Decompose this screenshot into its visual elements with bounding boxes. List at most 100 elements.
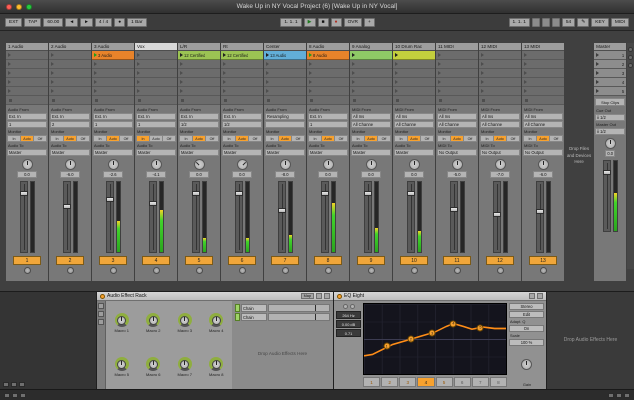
io-from-select[interactable]: All Ins [351,113,391,120]
master-out-select[interactable]: ii 1/2 [595,128,625,135]
eq-band-button[interactable]: 7 [472,377,489,387]
eq-band-button[interactable]: 2 [381,377,398,387]
device-detail-toggle-icon[interactable] [616,393,622,398]
master-title[interactable]: Master [594,43,626,51]
volume-fader[interactable] [364,181,372,253]
pan-knob[interactable] [366,159,377,170]
io-from-select[interactable]: Resampling [265,113,305,120]
device-drop-area[interactable]: Drop Audio Effects Here [547,292,634,389]
clip-slot-empty[interactable] [522,60,564,69]
clip-slot-empty[interactable] [264,87,306,96]
monitor-option[interactable]: Auto [236,135,249,142]
volume-fader[interactable] [106,181,114,253]
clip-slot-empty[interactable] [307,78,349,87]
monitor-option[interactable]: Off [507,135,520,142]
track-title[interactable]: 3 Audio [92,43,134,51]
arm-record-button[interactable] [282,267,289,274]
clip-slot-empty[interactable] [221,69,263,78]
io-channel-select[interactable]: 1 [136,121,176,128]
play-button[interactable]: ▶ [304,18,316,27]
clip-slot-empty[interactable] [92,60,134,69]
minimize-button[interactable] [16,4,22,10]
arm-record-button[interactable] [153,267,160,274]
tempo-field[interactable]: 60.00 [43,18,63,27]
clip-slot-empty[interactable] [436,78,478,87]
volume-value[interactable]: 0.0 [232,171,252,178]
clip-slot-empty[interactable] [307,87,349,96]
monitor-option[interactable]: Auto [107,135,120,142]
track-title[interactable]: Vox [135,43,177,51]
chain-volume-slider[interactable] [268,313,330,321]
time-signature-field[interactable]: 4 / 4 [95,18,112,27]
monitor-option[interactable]: Off [163,135,176,142]
show-devices-icon[interactable] [98,319,104,325]
device-activator-icon[interactable] [100,294,105,299]
clip-slot-filled[interactable]: 12 Certified [178,51,220,60]
eq-freq-value[interactable]: 264 Hz [336,311,361,319]
scale-value[interactable]: 100 % [509,339,544,346]
volume-value[interactable]: 0.0 [361,171,381,178]
monitor-option[interactable]: Auto [408,135,421,142]
pan-knob[interactable] [495,159,506,170]
clip-slot-empty[interactable] [221,87,263,96]
arm-record-button[interactable] [368,267,375,274]
monitor-option[interactable]: In [222,135,236,142]
clip-stop-button[interactable] [178,96,220,105]
clip-slot-empty[interactable] [393,60,435,69]
arm-record-button[interactable] [540,267,547,274]
clip-slot-empty[interactable] [49,87,91,96]
monitor-option[interactable]: Auto [21,135,34,142]
pan-knob[interactable] [151,159,162,170]
key-map-button[interactable]: KEY [591,18,609,27]
sends-section-toggle-icon[interactable] [628,55,633,60]
track-title[interactable]: Rt [221,43,263,51]
volume-fader[interactable] [278,181,286,253]
volume-fader[interactable] [493,181,501,253]
loop-button[interactable] [542,18,550,27]
monitor-option[interactable]: Auto [322,135,335,142]
quantization-select[interactable]: 1 Bar [127,18,146,27]
io-from-select[interactable]: All Ins [523,113,563,120]
monitor-option[interactable]: In [179,135,193,142]
clip-slot-empty[interactable] [49,78,91,87]
track-activator[interactable]: 10 [400,256,428,265]
macro-knob[interactable] [115,357,129,371]
clip-stop-button[interactable] [522,96,564,105]
pan-knob[interactable] [452,159,463,170]
monitor-option[interactable]: Off [464,135,477,142]
monitor-option[interactable]: In [308,135,322,142]
info-toggle-icon[interactable] [12,393,18,398]
io-to-select[interactable]: Master [394,149,434,156]
track-activator[interactable]: 8 [314,256,342,265]
clip-slot-empty[interactable] [178,87,220,96]
track-title[interactable]: 11 MIDI [436,43,478,51]
automation-arm-button[interactable]: + [364,18,375,27]
volume-value[interactable]: 0.0 [318,171,338,178]
clip-slot-empty[interactable] [135,87,177,96]
volume-value[interactable]: -5.0 [447,171,467,178]
clip-slot-empty[interactable] [221,78,263,87]
eq-band-button[interactable]: 6 [454,377,471,387]
volume-value[interactable]: -6.0 [533,171,553,178]
io-channel-select[interactable]: 1/2 [179,121,219,128]
tap-tempo-button[interactable]: TAP [24,18,41,27]
clip-slot-empty[interactable] [436,69,478,78]
eq-band-button[interactable]: 8 [490,377,507,387]
io-from-select[interactable]: Ext. In [222,113,262,120]
monitor-option[interactable]: In [351,135,365,142]
monitor-option[interactable]: Auto [193,135,206,142]
monitor-option[interactable]: In [265,135,279,142]
chain-volume-slider[interactable] [268,304,330,312]
clip-slot-empty[interactable] [436,87,478,96]
clip-slot-empty[interactable] [135,60,177,69]
hot-swap-icon[interactable] [529,293,535,299]
clip-stop-button[interactable] [350,96,392,105]
monitor-option[interactable]: In [50,135,64,142]
clip-slot-empty[interactable] [522,87,564,96]
track-activator[interactable]: 6 [228,256,256,265]
eq-band-node[interactable]: 4 [450,320,457,327]
fader-handle[interactable] [450,207,458,212]
io-to-select[interactable]: Master [50,149,90,156]
clip-slot-empty[interactable] [264,69,306,78]
monitor-option[interactable]: Off [335,135,348,142]
